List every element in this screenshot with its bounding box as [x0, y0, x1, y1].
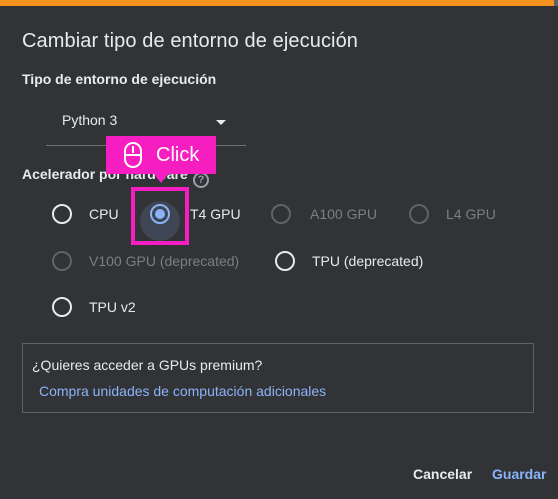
radio-circle-icon	[52, 297, 72, 317]
mouse-icon	[124, 142, 142, 168]
callout-pointer	[154, 174, 168, 183]
radio-label-t4-gpu: T4 GPU	[190, 206, 241, 222]
runtime-type-value: Python 3	[62, 112, 118, 128]
radio-circle-icon	[275, 251, 295, 271]
radio-label-tpu-deprecated: TPU (deprecated)	[312, 253, 424, 269]
click-highlight-box	[131, 187, 189, 245]
radio-label-l4-gpu: L4 GPU	[446, 206, 496, 222]
callout-text: Click	[156, 144, 200, 166]
radio-circle-icon	[409, 204, 429, 224]
radio-label-a100-gpu: A100 GPU	[310, 206, 377, 222]
buy-compute-units-link[interactable]: Compra unidades de computación adicional…	[39, 383, 326, 399]
runtime-type-dialog: Cambiar tipo de entorno de ejecución Tip…	[0, 6, 558, 499]
radio-label-v100-gpu: V100 GPU (deprecated)	[89, 253, 240, 269]
radio-label-tpu-v2: TPU v2	[89, 299, 136, 315]
radio-circle-icon	[52, 204, 72, 224]
radio-circle-icon	[52, 251, 72, 271]
dropdown-arrow-icon	[216, 120, 226, 125]
radio-label-cpu: CPU	[89, 206, 119, 222]
premium-gpu-box: ¿Quieres acceder a GPUs premium? Compra …	[22, 343, 534, 413]
cancel-button[interactable]: Cancelar	[413, 466, 472, 482]
premium-question: ¿Quieres acceder a GPUs premium?	[32, 357, 263, 373]
help-icon[interactable]: ?	[193, 172, 209, 188]
save-button[interactable]: Guardar	[492, 466, 546, 482]
click-callout: Click	[106, 136, 216, 174]
dialog-title: Cambiar tipo de entorno de ejecución	[22, 30, 359, 52]
radio-circle-icon	[271, 204, 291, 224]
runtime-type-label: Tipo de entorno de ejecución	[22, 71, 217, 87]
